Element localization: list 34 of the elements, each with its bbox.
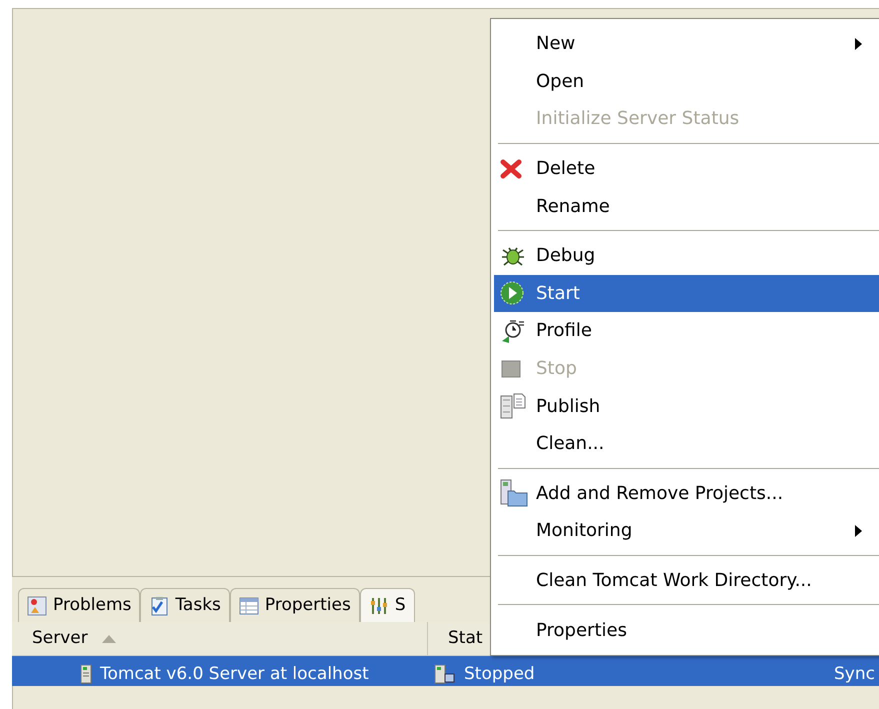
table-icon <box>238 596 259 614</box>
view-tab[interactable]: Properties <box>230 588 360 622</box>
menu-item[interactable]: Publish <box>494 387 879 425</box>
menu-item[interactable]: Add and Remove Projects... <box>494 474 879 512</box>
table-cell: Stopped <box>464 664 535 684</box>
folder-icon <box>500 479 528 508</box>
menu-item[interactable]: Profile <box>494 312 879 350</box>
menu-item[interactable]: Debug <box>494 236 879 275</box>
menu-item[interactable]: Start <box>494 274 879 312</box>
server-icon <box>80 664 92 684</box>
clipboard-check-icon <box>149 596 170 616</box>
view-tab[interactable]: S <box>360 588 415 622</box>
stopwatch-icon <box>500 318 526 343</box>
menu-item[interactable]: Monitoring <box>494 512 879 550</box>
table-row[interactable]: Tomcat v6.0 Server at localhost Stopped Sync <box>12 656 879 686</box>
table-cell: Sync <box>834 664 875 684</box>
sliders-icon <box>368 596 389 616</box>
table-cell: Tomcat v6.0 Server at localhost <box>100 664 369 684</box>
view-tab[interactable]: Problems <box>18 588 140 622</box>
documents-icon <box>500 393 526 420</box>
menu-item[interactable]: Open <box>494 62 879 100</box>
square-icon <box>500 358 522 379</box>
menu-item[interactable]: Properties <box>494 611 879 649</box>
menu-item[interactable]: Rename <box>494 187 879 225</box>
menu-item[interactable]: Clean... <box>494 424 879 463</box>
server-icon <box>434 664 456 684</box>
menu-item[interactable]: Delete <box>494 150 879 188</box>
sort-arrow-icon <box>102 634 116 642</box>
menu-item[interactable]: Clean Tomcat Work Directory... <box>494 562 879 600</box>
play-icon <box>500 281 524 306</box>
column-header[interactable]: Server <box>12 622 428 655</box>
menu-item[interactable]: New <box>494 25 879 63</box>
close-icon <box>500 158 522 179</box>
view-tab[interactable]: Tasks <box>140 588 230 622</box>
